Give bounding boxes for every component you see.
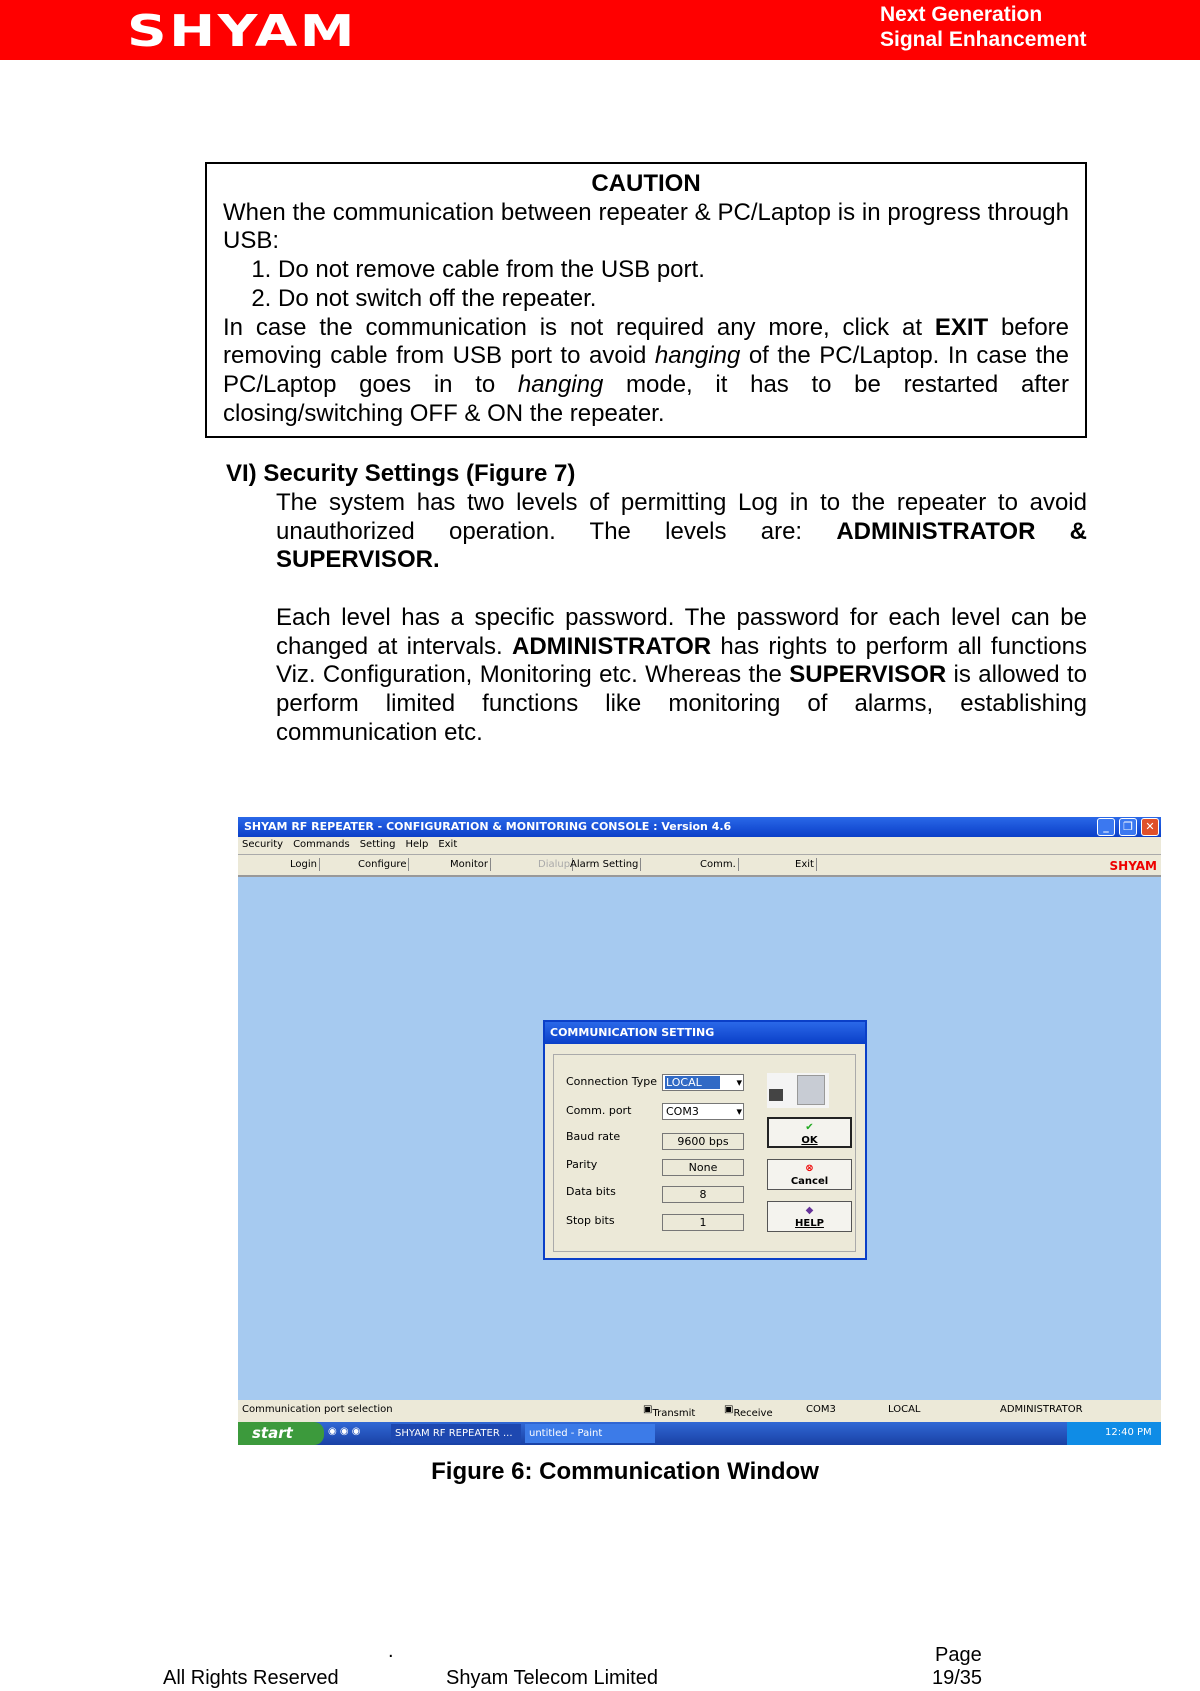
help-button[interactable]: ◆ HELP — [767, 1201, 852, 1232]
app-screenshot: SHYAM RF REPEATER - CONFIGURATION & MONI… — [238, 817, 1161, 1445]
brand-logo: SHYAM — [1109, 859, 1157, 873]
connection-type-select[interactable]: LOCAL ▾ — [662, 1074, 744, 1091]
shyam-logo: SHYAM — [127, 6, 358, 57]
close-button[interactable]: ✕ — [1141, 818, 1159, 836]
comm-port-select[interactable]: COM3 ▾ — [662, 1103, 744, 1120]
caution-intro: When the communication between repeater … — [223, 198, 1069, 255]
field-label: Data bits — [566, 1185, 616, 1198]
start-button[interactable]: start — [238, 1422, 324, 1445]
settings-group: Connection Type LOCAL ▾ Comm. port COM3 ▾ … — [553, 1054, 856, 1252]
minimize-button[interactable]: _ — [1097, 818, 1115, 836]
login-button[interactable]: Login — [288, 858, 320, 871]
menu-commands[interactable]: Commands — [293, 839, 350, 850]
taskbar-item-repeater[interactable]: SHYAM RF REPEATER ... — [391, 1424, 521, 1443]
footer-company: Shyam Telecom Limited — [446, 1667, 658, 1689]
parity-field: None — [662, 1159, 744, 1176]
menu-security[interactable]: Security — [242, 839, 283, 850]
section-heading: VI) Security Settings (Figure 7) — [226, 460, 576, 487]
cancel-button[interactable]: ⊗ Cancel — [767, 1159, 852, 1190]
paragraph: The system has two levels of permitting … — [276, 489, 1087, 574]
cancel-icon: ⊗ — [805, 1163, 814, 1174]
ok-button[interactable]: ✔ OK — [767, 1117, 852, 1148]
quick-launch-icons[interactable]: ◉ ◉ ◉ — [328, 1426, 361, 1437]
status-user: ADMINISTRATOR — [1000, 1404, 1083, 1415]
list-item: Do not remove cable from the USB port. — [278, 256, 1069, 285]
figure-caption: Figure 6: Communication Window — [431, 1458, 819, 1485]
comm-button[interactable]: Comm. — [698, 858, 739, 871]
field-label: Stop bits — [566, 1214, 615, 1227]
taskbar-item-paint[interactable]: untitled - Paint — [525, 1424, 655, 1443]
menu-bar: Security Commands Setting Help Exit — [238, 837, 1161, 854]
footer-page-label: Page — [935, 1644, 982, 1666]
stop-bits-field: 1 — [662, 1214, 744, 1231]
field-label: Comm. port — [566, 1104, 632, 1117]
clock: 12:40 PM — [1067, 1422, 1161, 1445]
toolbar: Login Configure Monitor Dialup Alarm Set… — [238, 854, 1161, 877]
paragraph: Each level has a specific password. The … — [276, 604, 1087, 746]
caution-box: CAUTION When the communication between r… — [205, 162, 1087, 438]
app-title-bar: SHYAM RF REPEATER - CONFIGURATION & MONI… — [238, 817, 1161, 837]
menu-exit[interactable]: Exit — [438, 839, 457, 850]
receive-indicator: ▣ Receive — [724, 1404, 773, 1419]
status-text: Communication port selection — [242, 1404, 393, 1415]
dialog-title: COMMUNICATION SETTING — [545, 1022, 865, 1044]
configure-button[interactable]: Configure — [356, 858, 410, 871]
footer-page-number: 19/35 — [932, 1667, 983, 1689]
status-mode: LOCAL — [888, 1404, 921, 1415]
status-bar: Communication port selection ▣ Transmit … — [238, 1400, 1161, 1422]
taskbar: start ◉ ◉ ◉ SHYAM RF REPEATER ... untitl… — [238, 1422, 1161, 1445]
repeater-image — [767, 1073, 829, 1108]
book-icon: ◆ — [805, 1205, 814, 1216]
transmit-indicator: ▣ Transmit — [643, 1404, 696, 1419]
communication-dialog: COMMUNICATION SETTING Connection Type LO… — [543, 1020, 867, 1260]
exit-button[interactable]: Exit — [793, 858, 817, 871]
baud-rate-field: 9600 bps — [662, 1133, 744, 1150]
page-header: SHYAM Next Generation Signal Enhancement — [0, 0, 1200, 60]
restore-button[interactable]: ❐ — [1119, 818, 1137, 836]
monitor-button[interactable]: Monitor — [448, 858, 492, 871]
caution-title: CAUTION — [591, 170, 701, 197]
check-icon: ✔ — [805, 1122, 814, 1133]
tagline: Next Generation Signal Enhancement — [880, 3, 1087, 51]
footer-dot: . — [388, 1640, 394, 1662]
field-label: Connection Type — [566, 1075, 658, 1088]
footer-rights: All Rights Reserved — [163, 1667, 339, 1689]
alarm-setting-button[interactable]: Alarm Setting — [568, 858, 642, 871]
data-bits-field: 8 — [662, 1186, 744, 1203]
caution-list: Do not remove cable from the USB port. D… — [278, 256, 1069, 313]
menu-setting[interactable]: Setting — [360, 839, 396, 850]
menu-help[interactable]: Help — [406, 839, 429, 850]
field-label: Baud rate — [566, 1130, 621, 1143]
caution-text: In case the communication is not require… — [223, 313, 1070, 427]
status-port: COM3 — [806, 1404, 836, 1415]
list-item: Do not switch off the repeater. — [278, 285, 1069, 314]
field-label: Parity — [566, 1158, 598, 1171]
